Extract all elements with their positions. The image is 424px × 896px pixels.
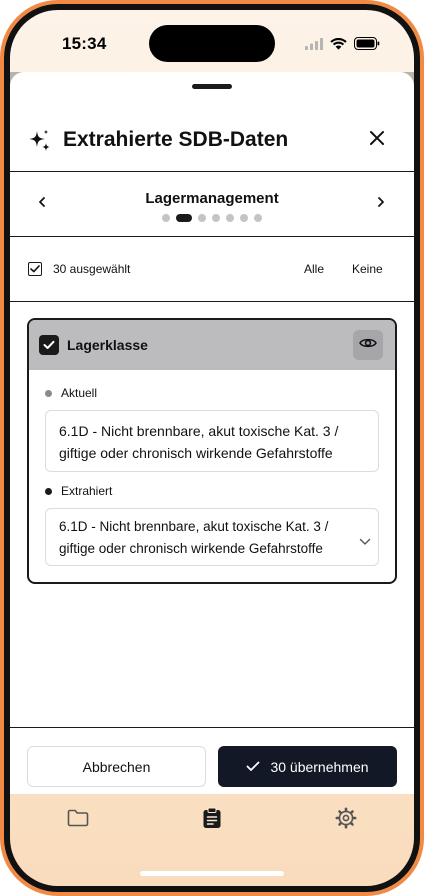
tab-settings[interactable] [334, 807, 358, 834]
sparkle-icon [26, 128, 52, 154]
close-button[interactable] [366, 129, 388, 151]
current-value-line: giftige oder chronisch wirkende Gefahrst… [59, 445, 333, 461]
field-checkbox[interactable] [39, 335, 59, 355]
page-dot[interactable] [254, 214, 262, 222]
clipboard-icon [202, 807, 222, 834]
apply-button[interactable]: 30 übernehmen [218, 746, 397, 787]
chevron-down-icon [359, 531, 373, 545]
tab-folder[interactable] [66, 808, 90, 832]
cellular-signal-icon [305, 37, 323, 55]
extracted-value-select[interactable]: 6.1D - Nicht brennbare, akut toxische Ka… [45, 508, 379, 566]
sheet-header: Extrahierte SDB-Daten [10, 108, 414, 172]
bottom-sheet: Extrahierte SDB-Daten Lagermanagement 30… [10, 72, 414, 794]
extracted-value-line: giftige oder chronisch wirkende Gefahrst… [59, 541, 323, 556]
extracted-value-line: 6.1D - Nicht brennbare, akut toxische Ka… [59, 519, 329, 534]
cancel-button-label: Abbrechen [82, 758, 151, 775]
home-indicator[interactable] [140, 871, 284, 876]
extracted-bullet [45, 488, 52, 495]
select-all-link[interactable]: Alle [304, 262, 324, 276]
dynamic-island [149, 25, 275, 62]
page-dot-active[interactable] [176, 214, 192, 222]
field-title: Lagerklasse [67, 337, 148, 353]
selection-row: 30 ausgewählt Alle Keine [10, 237, 414, 302]
chevron-right-icon [377, 195, 385, 213]
page-dot[interactable] [162, 214, 170, 222]
status-time: 15:34 [62, 34, 107, 53]
screen: 15:34 Extrahierte SDB-Daten Lagermanagem… [10, 10, 414, 886]
status-icons [305, 37, 380, 55]
current-label: Aktuell [61, 386, 98, 400]
select-all-checkbox[interactable] [28, 262, 42, 276]
wifi-icon [330, 37, 347, 55]
current-value-box: 6.1D - Nicht brennbare, akut toxische Ka… [45, 410, 379, 472]
page-dot[interactable] [226, 214, 234, 222]
sheet-grabber[interactable] [192, 84, 232, 89]
current-bullet [45, 390, 52, 397]
folder-icon [67, 809, 89, 832]
device-frame: 15:34 Extrahierte SDB-Daten Lagermanagem… [0, 0, 424, 896]
checkmark-icon [43, 340, 55, 349]
checkmark-icon [246, 759, 260, 775]
extracted-label: Extrahiert [61, 484, 113, 498]
close-icon [369, 130, 385, 151]
preview-button[interactable] [353, 330, 383, 360]
section-navigator: Lagermanagement [10, 172, 414, 237]
sheet-title: Extrahierte SDB-Daten [63, 128, 289, 151]
apply-button-label: 30 übernehmen [270, 758, 369, 775]
footer-divider [10, 727, 414, 728]
checkmark-icon [30, 265, 40, 273]
page-dot[interactable] [198, 214, 206, 222]
current-value-line: 6.1D - Nicht brennbare, akut toxische Ka… [59, 423, 339, 439]
select-none-link[interactable]: Keine [352, 262, 383, 276]
section-title: Lagermanagement [145, 190, 279, 207]
field-card: Lagerklasse Aktuell 6.1D - Nicht brennba… [27, 318, 397, 584]
status-bar: 15:34 [10, 10, 414, 74]
gear-icon [335, 807, 357, 834]
eye-icon [359, 336, 377, 354]
cancel-button[interactable]: Abbrechen [27, 746, 206, 787]
field-card-header: Lagerklasse [29, 320, 395, 370]
selected-count: 30 ausgewählt [53, 262, 131, 276]
tab-clipboard[interactable] [200, 807, 224, 834]
next-section-button[interactable] [372, 194, 390, 214]
battery-icon [354, 37, 380, 55]
page-dot[interactable] [240, 214, 248, 222]
page-dot[interactable] [212, 214, 220, 222]
page-indicator [10, 214, 414, 222]
